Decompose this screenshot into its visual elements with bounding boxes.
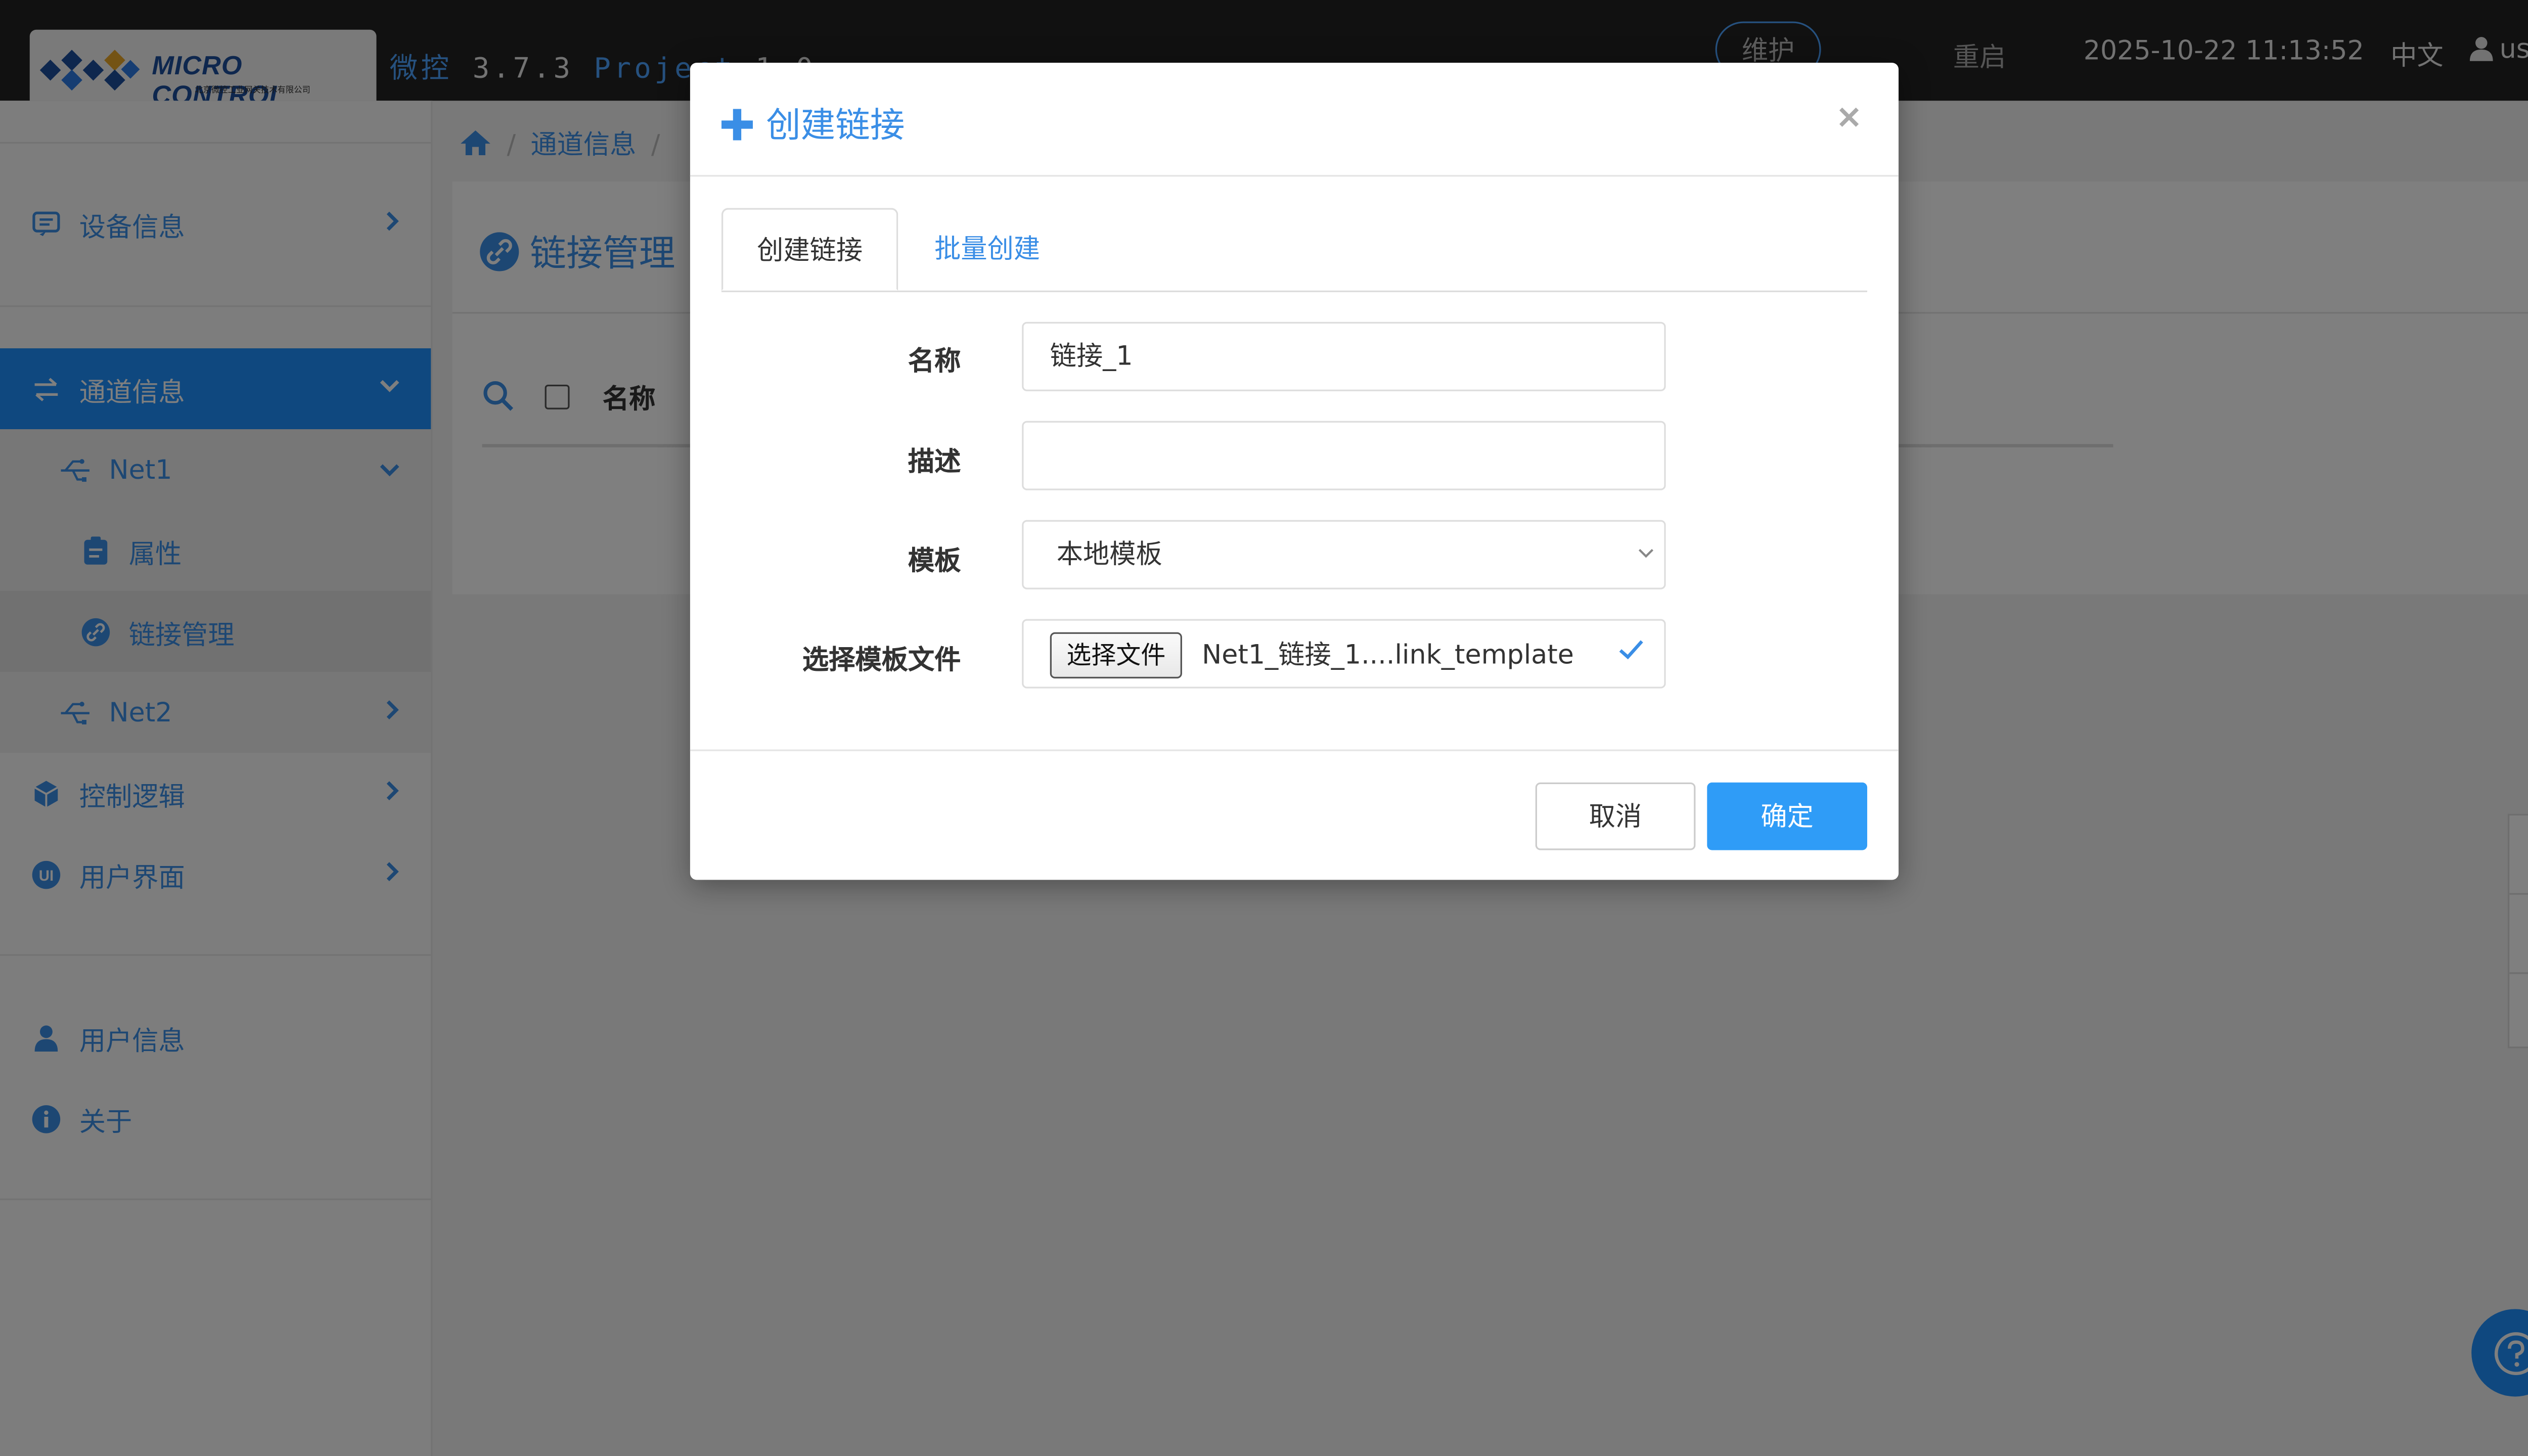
dialog-tabs: 创建链接 批量创建: [721, 208, 1868, 292]
description-label: 描述: [908, 445, 961, 477]
close-icon: [1839, 107, 1859, 127]
template-select[interactable]: 本地模板: [1022, 520, 1666, 589]
create-link-dialog: 创建链接 创建链接 批量创建 名称 链接_1 描述 模板 本地模板 选择模板文件…: [690, 63, 1899, 880]
dialog-title-text: 创建链接: [766, 105, 905, 146]
dialog-title: 创建链接: [721, 99, 905, 149]
template-selected-value: 本地模板: [1056, 538, 1162, 570]
dialog-header: 创建链接: [690, 63, 1899, 177]
selected-file-name: Net1_链接_1....link_template: [1202, 639, 1574, 670]
name-label: 名称: [908, 345, 961, 377]
dialog-footer-divider: [690, 749, 1899, 751]
plus-icon: [721, 108, 753, 140]
cancel-button[interactable]: 取消: [1535, 782, 1696, 850]
tab-batch-create[interactable]: 批量创建: [934, 208, 1040, 290]
chevron-down-icon: [1638, 549, 1654, 558]
template-label: 模板: [908, 544, 961, 576]
choose-file-button[interactable]: 选择文件: [1050, 632, 1183, 679]
check-icon: [1619, 640, 1643, 660]
confirm-button[interactable]: 确定: [1707, 782, 1868, 850]
name-input[interactable]: 链接_1: [1022, 322, 1666, 391]
template-file-field: 选择文件 Net1_链接_1....link_template: [1022, 619, 1666, 689]
description-input[interactable]: [1022, 421, 1666, 490]
tab-create-link[interactable]: 创建链接: [721, 208, 898, 291]
template-file-label: 选择模板文件: [802, 644, 961, 675]
close-button[interactable]: [1837, 93, 1861, 139]
